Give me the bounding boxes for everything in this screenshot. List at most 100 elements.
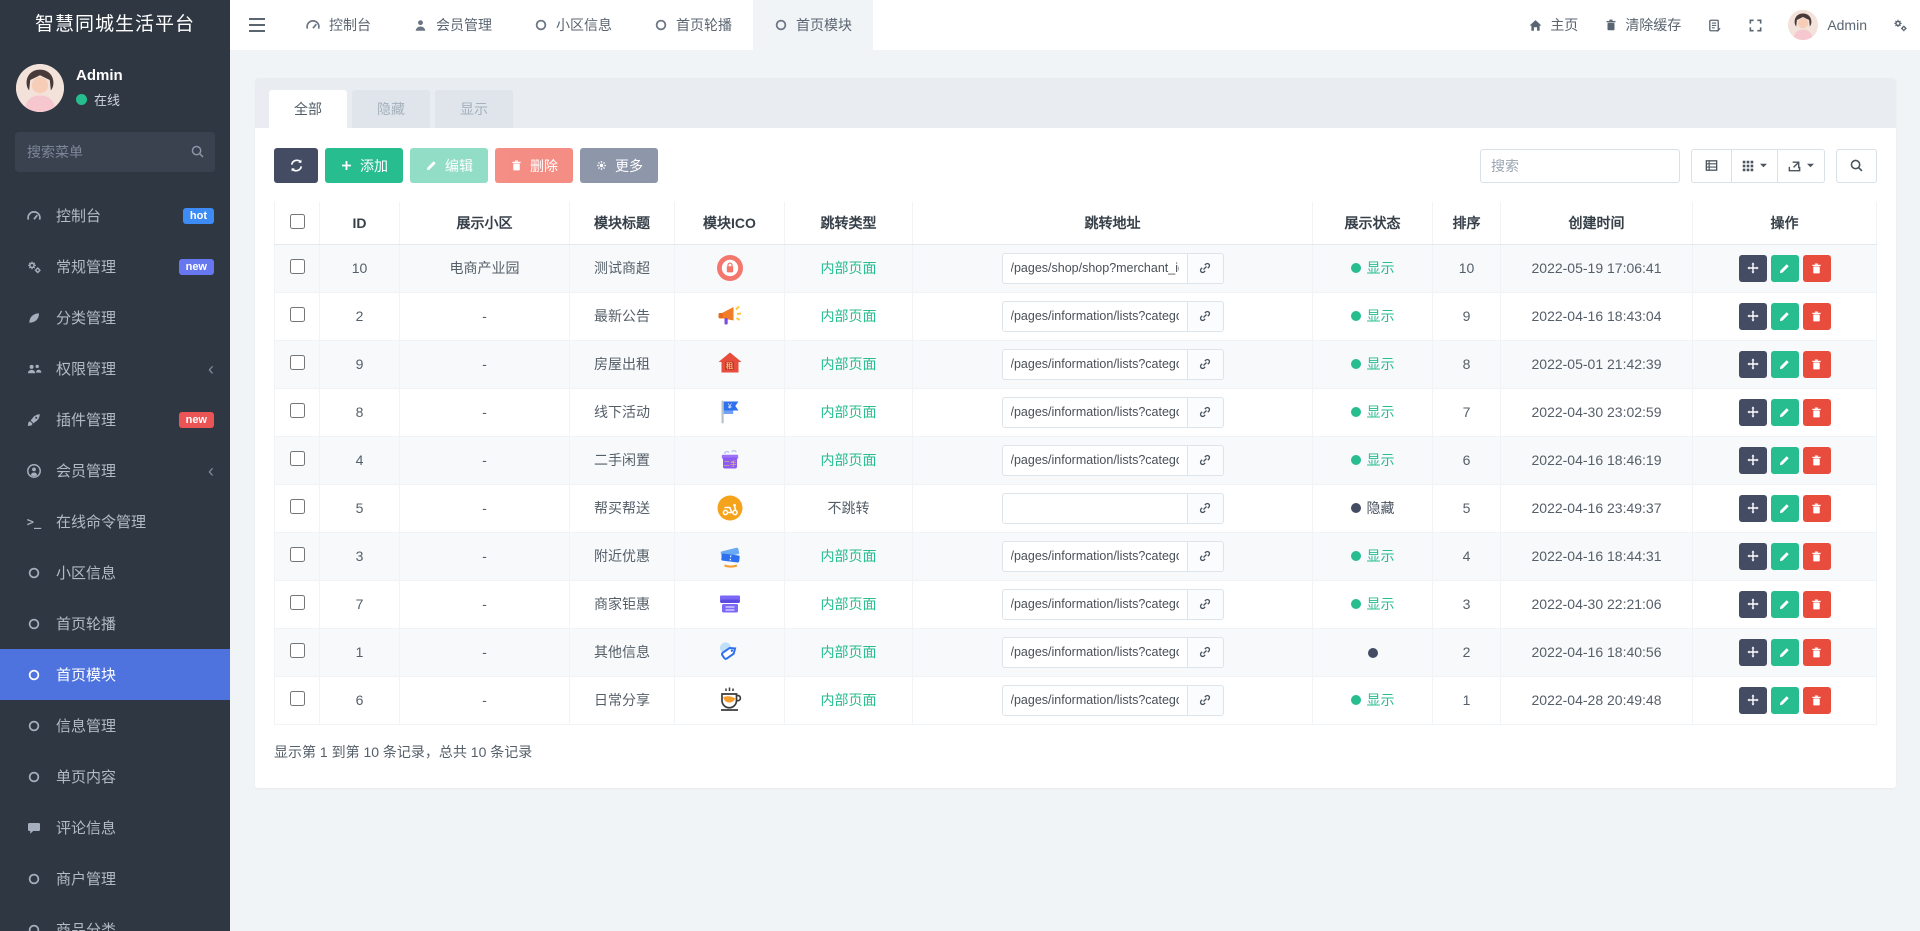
row-checkbox[interactable] <box>289 355 305 370</box>
select-all-checkbox[interactable] <box>289 213 305 229</box>
drag-sort-button[interactable] <box>1738 590 1767 618</box>
edit-row-button[interactable] <box>1770 542 1799 570</box>
drag-sort-button[interactable] <box>1738 398 1767 426</box>
tab-member-manage[interactable]: 会员管理 <box>392 0 513 50</box>
export-button[interactable] <box>1778 148 1825 183</box>
filter-tab-hidden[interactable]: 隐藏 <box>352 90 430 128</box>
drag-sort-button[interactable] <box>1738 254 1767 282</box>
jump-url-input[interactable] <box>1001 492 1188 524</box>
tab-console[interactable]: 控制台 <box>284 0 392 50</box>
link-button[interactable] <box>1187 684 1224 716</box>
edit-row-button[interactable] <box>1770 446 1799 474</box>
sidebar-item-category-manage[interactable]: 分类管理 <box>0 292 230 343</box>
sidebar-item-home-carousel[interactable]: 首页轮播 <box>0 598 230 649</box>
tab-home-module[interactable]: 首页模块 <box>753 0 873 50</box>
filter-tab-all[interactable]: 全部 <box>269 90 347 128</box>
row-checkbox[interactable] <box>289 403 305 418</box>
delete-row-button[interactable] <box>1802 686 1831 714</box>
edit-row-button[interactable] <box>1770 350 1799 378</box>
delete-row-button[interactable] <box>1802 446 1831 474</box>
note-button[interactable] <box>1694 0 1735 50</box>
link-button[interactable] <box>1187 300 1224 332</box>
sidebar-item-online-command[interactable]: >_ 在线命令管理 <box>0 496 230 547</box>
refresh-button[interactable] <box>274 148 318 183</box>
link-button[interactable] <box>1187 540 1224 572</box>
edit-row-button[interactable] <box>1770 398 1799 426</box>
row-checkbox[interactable] <box>289 307 305 322</box>
sidebar-item-merchant-manage[interactable]: 商户管理 <box>0 853 230 904</box>
sidebar-item-community-info[interactable]: 小区信息 <box>0 547 230 598</box>
edit-row-button[interactable] <box>1770 638 1799 666</box>
row-checkbox[interactable] <box>289 451 305 466</box>
edit-row-button[interactable] <box>1770 686 1799 714</box>
tab-home-carousel[interactable]: 首页轮播 <box>633 0 753 50</box>
edit-row-button[interactable] <box>1770 494 1799 522</box>
row-checkbox[interactable] <box>289 691 305 706</box>
delete-row-button[interactable] <box>1802 542 1831 570</box>
columns-button[interactable] <box>1732 148 1778 183</box>
delete-row-button[interactable] <box>1802 254 1831 282</box>
search-submit-button[interactable] <box>1836 148 1877 183</box>
delete-row-button[interactable] <box>1802 398 1831 426</box>
settings-button[interactable] <box>1879 0 1920 50</box>
drag-sort-button[interactable] <box>1738 638 1767 666</box>
jump-url-input[interactable] <box>1001 636 1188 668</box>
drag-sort-button[interactable] <box>1738 686 1767 714</box>
sidebar-item-general-manage[interactable]: 常规管理 new <box>0 241 230 292</box>
jump-url-input[interactable] <box>1001 252 1188 284</box>
row-checkbox[interactable] <box>289 499 305 514</box>
link-button[interactable] <box>1187 252 1224 284</box>
detail-view-button[interactable] <box>1691 148 1732 183</box>
jump-url-input[interactable] <box>1001 588 1188 620</box>
delete-row-button[interactable] <box>1802 590 1831 618</box>
edit-row-button[interactable] <box>1770 590 1799 618</box>
sidebar-item-comment-info[interactable]: 评论信息 <box>0 802 230 853</box>
link-button[interactable] <box>1187 492 1224 524</box>
delete-button[interactable]: 删除 <box>495 148 573 183</box>
delete-row-button[interactable] <box>1802 494 1831 522</box>
sidebar-item-single-page[interactable]: 单页内容 <box>0 751 230 802</box>
link-button[interactable] <box>1187 396 1224 428</box>
drag-sort-button[interactable] <box>1738 350 1767 378</box>
sidebar-item-addon-manage[interactable]: 插件管理 new <box>0 394 230 445</box>
jump-url-input[interactable] <box>1001 396 1188 428</box>
fullscreen-button[interactable] <box>1735 0 1776 50</box>
link-button[interactable] <box>1187 636 1224 668</box>
table-search-input[interactable] <box>1480 148 1680 183</box>
drag-sort-button[interactable] <box>1738 446 1767 474</box>
sidebar-item-auth-manage[interactable]: 权限管理 ‹ <box>0 343 230 394</box>
jump-url-input[interactable] <box>1001 348 1188 380</box>
filter-tab-shown[interactable]: 显示 <box>435 90 513 128</box>
link-button[interactable] <box>1187 348 1224 380</box>
menu-search-input[interactable] <box>15 132 215 172</box>
jump-url-input[interactable] <box>1001 540 1188 572</box>
jump-url-input[interactable] <box>1001 444 1188 476</box>
hamburger-menu-icon[interactable] <box>230 0 284 50</box>
more-button[interactable]: 更多 <box>580 148 658 183</box>
clear-cache-button[interactable]: 清除缓存 <box>1591 0 1694 50</box>
sidebar-item-member-manage[interactable]: 会员管理 ‹ <box>0 445 230 496</box>
edit-row-button[interactable] <box>1770 254 1799 282</box>
admin-menu[interactable]: Admin <box>1776 10 1879 40</box>
home-link[interactable]: 主页 <box>1515 0 1591 50</box>
sidebar-item-info-manage[interactable]: 信息管理 <box>0 700 230 751</box>
jump-url-input[interactable] <box>1001 300 1188 332</box>
link-button[interactable] <box>1187 444 1224 476</box>
drag-sort-button[interactable] <box>1738 542 1767 570</box>
sidebar-item-console[interactable]: 控制台 hot <box>0 190 230 241</box>
sidebar-item-home-module[interactable]: 首页模块 <box>0 649 230 700</box>
delete-row-button[interactable] <box>1802 350 1831 378</box>
delete-row-button[interactable] <box>1802 302 1831 330</box>
tab-community-info[interactable]: 小区信息 <box>513 0 633 50</box>
edit-button[interactable]: 编辑 <box>410 148 488 183</box>
jump-url-input[interactable] <box>1001 684 1188 716</box>
sidebar-item-goods-category[interactable]: 商品分类 <box>0 904 230 931</box>
drag-sort-button[interactable] <box>1738 494 1767 522</box>
row-checkbox[interactable] <box>289 259 305 274</box>
edit-row-button[interactable] <box>1770 302 1799 330</box>
user-avatar[interactable] <box>16 64 64 112</box>
row-checkbox[interactable] <box>289 547 305 562</box>
drag-sort-button[interactable] <box>1738 302 1767 330</box>
add-button[interactable]: 添加 <box>325 148 403 183</box>
delete-row-button[interactable] <box>1802 638 1831 666</box>
